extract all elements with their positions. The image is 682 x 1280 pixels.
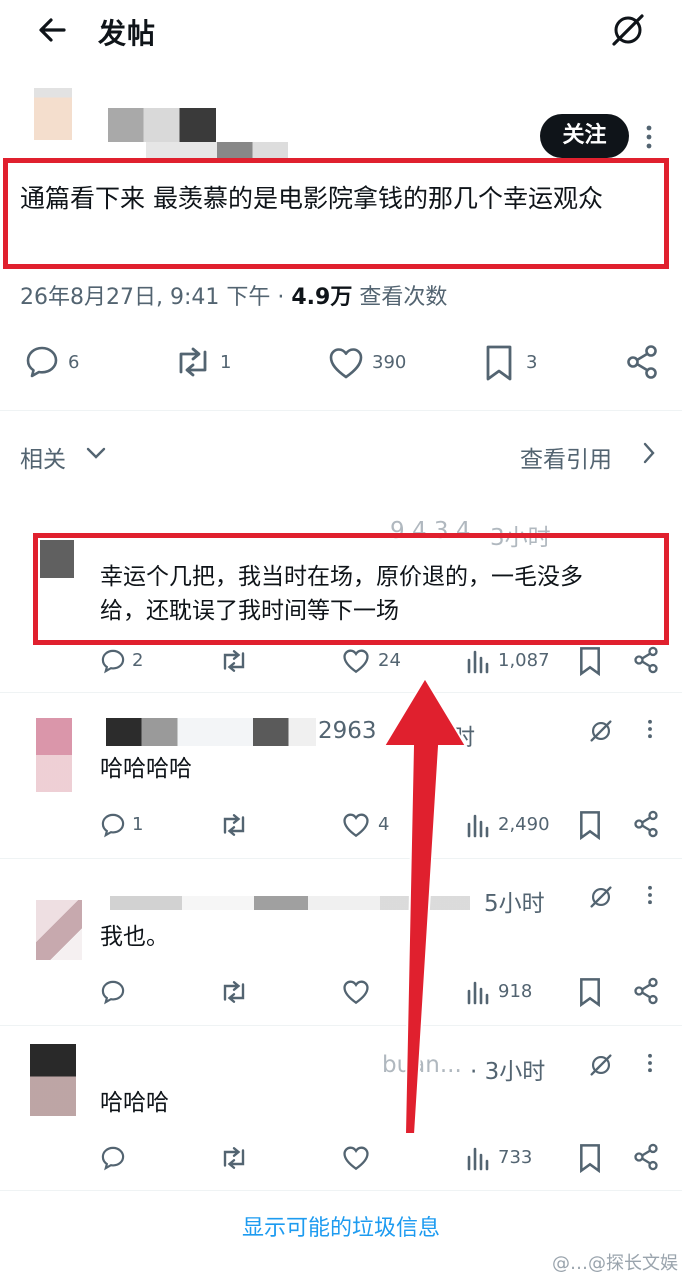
views-label: 查看次数	[352, 285, 448, 310]
bookmark-count: 3	[526, 352, 538, 373]
views-count: 1,087	[498, 650, 550, 671]
grok-icon[interactable]	[588, 884, 614, 910]
repost-icon[interactable]	[218, 980, 250, 1004]
repost-icon[interactable]	[218, 649, 250, 673]
reply-handle-fragment: 2963	[318, 718, 377, 744]
reply-text: 哈哈哈哈	[100, 756, 192, 782]
views-count: 2,490	[498, 814, 550, 835]
views-icon[interactable]	[466, 648, 490, 674]
share-icon[interactable]	[632, 646, 660, 674]
like-count: 24	[378, 650, 401, 671]
reply-text-line: 幸运个几把，我当时在场，原价退的，一毛没多	[100, 564, 583, 590]
author-name-redacted	[108, 108, 216, 142]
reply-text: 我也。	[100, 924, 169, 950]
like-icon[interactable]	[342, 979, 370, 1005]
bookmark-icon[interactable]	[578, 810, 602, 840]
post-text: 通篇看下来 最羡慕的是电影院拿钱的那几个幸运观众	[20, 184, 603, 213]
views-count: 918	[498, 981, 533, 1002]
show-spam-link[interactable]: 显示可能的垃圾信息	[0, 1210, 682, 1242]
chevron-down-icon[interactable]	[86, 446, 106, 460]
more-options-icon[interactable]	[646, 884, 654, 906]
watermark: @…@探长文娱	[552, 1253, 678, 1274]
reply-time: · 3小时	[470, 1059, 546, 1085]
grok-icon[interactable]	[610, 12, 646, 48]
post-date: 26年8月27日, 9:41 下午 ·	[20, 285, 292, 310]
avatar[interactable]	[30, 1044, 76, 1116]
repost-count: 1	[220, 352, 232, 373]
top-bar: 发帖	[0, 0, 682, 64]
like-count: 390	[372, 352, 407, 373]
reply-icon[interactable]	[100, 979, 126, 1005]
divider	[0, 1190, 682, 1191]
reply-icon[interactable]	[100, 812, 126, 838]
page-title: 发帖	[98, 17, 157, 50]
view-quotes-link[interactable]: 查看引用	[520, 440, 612, 474]
avatar[interactable]	[34, 88, 72, 140]
divider	[0, 1025, 682, 1026]
repost-icon[interactable]	[172, 346, 214, 378]
post-views: 4.9万	[291, 285, 353, 310]
views-icon[interactable]	[466, 1145, 490, 1171]
reply-count: 2	[132, 650, 144, 671]
follow-button[interactable]: 关注	[540, 114, 629, 158]
post-meta: 26年8月27日, 9:41 下午 · 4.9万 查看次数	[20, 279, 447, 311]
related-label[interactable]: 相关	[20, 440, 66, 474]
bookmark-icon[interactable]	[578, 1143, 602, 1173]
avatar[interactable]	[36, 718, 72, 792]
reply-count: 6	[68, 352, 80, 373]
divider	[0, 858, 682, 859]
bookmark-icon[interactable]	[578, 646, 602, 676]
more-options-icon[interactable]	[646, 718, 654, 740]
grok-icon[interactable]	[588, 1052, 614, 1078]
share-icon[interactable]	[624, 344, 660, 380]
bookmark-icon[interactable]	[578, 977, 602, 1007]
share-icon[interactable]	[632, 1143, 660, 1171]
bookmark-icon[interactable]	[484, 344, 514, 382]
grok-icon[interactable]	[588, 718, 614, 744]
like-icon[interactable]	[342, 1145, 370, 1171]
reply-count: 1	[132, 814, 144, 835]
share-icon[interactable]	[632, 810, 660, 838]
repost-icon[interactable]	[218, 813, 250, 837]
divider	[0, 692, 682, 693]
arrow-left-icon[interactable]	[36, 14, 68, 46]
reply-time: 5小时	[484, 891, 545, 917]
views-count: 733	[498, 1147, 533, 1168]
more-options-icon[interactable]	[644, 124, 654, 150]
avatar[interactable]	[36, 900, 82, 960]
repost-icon[interactable]	[218, 1146, 250, 1170]
reply-text-line: 给，还耽误了我时间等下一场	[100, 598, 399, 624]
annotation-arrow-icon	[380, 676, 470, 1138]
like-icon[interactable]	[342, 648, 370, 674]
like-icon[interactable]	[328, 346, 364, 380]
reply-text: 哈哈哈	[100, 1090, 169, 1116]
reply-icon[interactable]	[100, 648, 126, 674]
more-options-icon[interactable]	[646, 1052, 654, 1074]
chevron-right-icon[interactable]	[642, 442, 656, 464]
divider	[0, 410, 682, 411]
share-icon[interactable]	[632, 977, 660, 1005]
reply-icon[interactable]	[24, 344, 60, 380]
reply-icon[interactable]	[100, 1145, 126, 1171]
author-name-redacted	[106, 718, 316, 746]
like-icon[interactable]	[342, 812, 370, 838]
